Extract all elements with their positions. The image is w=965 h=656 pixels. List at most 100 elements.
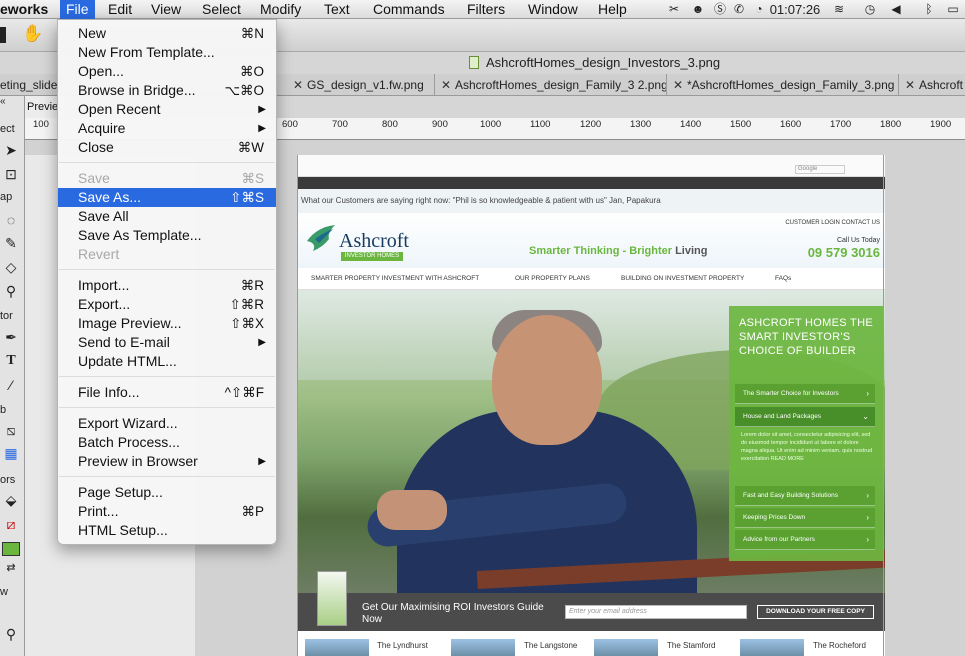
stamp-tool-icon[interactable]: ⚲	[2, 283, 20, 299]
swap-colors-icon[interactable]: ⇄	[2, 560, 20, 576]
design-canvas[interactable]: Google What our Customers are saying rig…	[297, 155, 885, 656]
pointer-tool-icon[interactable]: ➤	[2, 142, 20, 158]
close-icon[interactable]: ✕	[441, 74, 455, 96]
panel-link-partners: Advice from our Partners ›	[735, 530, 875, 550]
google-search-box: Google	[795, 165, 845, 174]
menu-item-import[interactable]: Import... ⌘R	[58, 276, 276, 295]
menu-item-file-info[interactable]: File Info... ^⇧⌘F	[58, 383, 276, 402]
alien-icon[interactable]: ☻	[690, 2, 706, 17]
tab-family-3-2[interactable]: ✕ AshcroftHomes_design_Family_3 2.png	[435, 74, 667, 96]
tools-section-label: ect	[0, 123, 15, 135]
email-field: Enter your email address	[565, 605, 747, 619]
menu-item-save-all[interactable]: Save All	[58, 207, 276, 226]
close-icon[interactable]: ✕	[293, 74, 307, 96]
house-name: The Lyndhurst	[377, 641, 428, 650]
menu-item-save-as[interactable]: Save As... ⇧⌘S	[58, 188, 276, 207]
menu-item-label: Open Recent	[78, 101, 161, 117]
menu-item-open-recent[interactable]: Open Recent ▶	[58, 100, 276, 119]
tab-gs-design[interactable]: ✕ GS_design_v1.fw.png	[287, 74, 435, 96]
paint-bucket-icon[interactable]: ⬙	[2, 492, 20, 508]
text-tool-icon[interactable]: T	[2, 353, 20, 369]
menubar-clock[interactable]: 01:07:26	[768, 2, 822, 17]
stroke-color-icon[interactable]: ⧄	[2, 516, 20, 532]
phone-number: 09 579 3016	[807, 245, 880, 260]
scissors-icon[interactable]: ✂	[666, 2, 682, 17]
knife-tool-icon[interactable]: ⁄	[2, 377, 20, 393]
zoom-tool-icon[interactable]: ⚲	[2, 626, 20, 642]
close-icon[interactable]: ✕	[905, 74, 919, 96]
menu-item-label: Acquire	[78, 120, 126, 136]
battery-icon[interactable]: ▭	[944, 2, 962, 17]
tagline-brighter: Brighter	[629, 245, 673, 257]
hummingbird-logo-icon	[307, 225, 335, 251]
menu-item-save-as-template[interactable]: Save As Template...	[58, 226, 276, 245]
menu-item-print[interactable]: Print... ⌘P	[58, 502, 276, 521]
guide-line-left[interactable]	[297, 155, 298, 656]
menu-help[interactable]: Help	[598, 0, 627, 19]
menu-item-new-from-template[interactable]: New From Template...	[58, 43, 276, 62]
menu-item-export[interactable]: Export... ⇧⌘R	[58, 295, 276, 314]
menu-window[interactable]: Window	[528, 0, 578, 19]
tools-section-label: ap	[0, 191, 13, 203]
menu-item-save[interactable]: Save ⌘S	[58, 169, 276, 188]
menu-item-export-wizard[interactable]: Export Wizard...	[58, 414, 276, 433]
tool-selector-icon[interactable]	[0, 27, 6, 43]
menu-item-acquire[interactable]: Acquire ▶	[58, 119, 276, 138]
tab-family-3[interactable]: ✕ *AshcroftHomes_design_Family_3.png	[667, 74, 899, 96]
pen-tool-icon[interactable]: ✒	[2, 329, 20, 345]
guide-line-right[interactable]	[883, 155, 884, 656]
tab-ashcroft[interactable]: ✕ Ashcroft	[899, 74, 965, 96]
lasso-tool-icon[interactable]: ◌	[2, 212, 20, 228]
crop-tool-icon[interactable]: ⊡	[2, 166, 20, 182]
menu-item-image-preview[interactable]: Image Preview... ⇧⌘X	[58, 314, 276, 333]
panel-link-prices: Keeping Prices Down ›	[735, 508, 875, 528]
app-menu[interactable]: eworks	[0, 0, 48, 19]
menu-item-revert[interactable]: Revert	[58, 245, 276, 264]
menu-edit[interactable]: Edit	[108, 0, 132, 19]
skype-icon[interactable]: Ⓢ	[712, 2, 728, 17]
nav-building: BUILDING ON INVESTMENT PROPERTY	[621, 275, 745, 282]
phone-icon[interactable]: ✆	[732, 2, 746, 17]
menu-item-label: Save As...	[78, 189, 142, 205]
menu-item-label: Image Preview...	[78, 315, 182, 331]
nav-faqs: FAQs	[775, 275, 792, 282]
submenu-arrow-icon: ▶	[258, 104, 266, 115]
menu-item-update-html[interactable]: Update HTML...	[58, 352, 276, 371]
hotspot-tool-icon[interactable]: ▦	[2, 445, 20, 461]
brush-tool-icon[interactable]: ✎	[2, 235, 20, 251]
time-machine-icon[interactable]: ◷	[862, 2, 878, 17]
hand-tool-icon[interactable]: ✋	[22, 24, 43, 44]
menu-text[interactable]: Text	[324, 0, 350, 19]
menu-modify[interactable]: Modify	[260, 0, 301, 19]
menu-item-preview-browser[interactable]: Preview in Browser ▶	[58, 452, 276, 471]
menu-item-new[interactable]: New ⌘N	[58, 24, 276, 43]
menu-select[interactable]: Select	[202, 0, 241, 19]
panel-collapse-icon[interactable]: «	[0, 96, 6, 107]
fill-color-swatch[interactable]	[2, 542, 20, 556]
menu-item-batch-process[interactable]: Batch Process...	[58, 433, 276, 452]
house-thumbnail	[305, 639, 369, 656]
wifi-icon[interactable]: ≋	[830, 2, 848, 17]
volume-icon[interactable]: ◀	[888, 2, 904, 17]
menu-file[interactable]: File	[60, 0, 95, 19]
menu-item-send-email[interactable]: Send to E-mail ▶	[58, 333, 276, 352]
slice-tool-icon[interactable]: ⧅	[2, 422, 20, 438]
tab-marketing-slide[interactable]: eting_slide	[0, 74, 62, 96]
house-thumbnail	[594, 639, 658, 656]
menu-view[interactable]: View	[151, 0, 181, 19]
close-icon[interactable]: ✕	[673, 74, 687, 96]
ruler-label: 1400	[680, 119, 702, 130]
menu-item-page-setup[interactable]: Page Setup...	[58, 483, 276, 502]
clock-icon[interactable]: ◔	[752, 2, 766, 17]
menu-item-close[interactable]: Close ⌘W	[58, 138, 276, 157]
bluetooth-icon[interactable]: ᛒ	[922, 2, 936, 17]
eraser-tool-icon[interactable]: ◇	[2, 259, 20, 275]
submenu-arrow-icon: ▶	[258, 337, 266, 348]
menu-item-browse-bridge[interactable]: Browse in Bridge... ⌥⌘O	[58, 81, 276, 100]
menu-filters[interactable]: Filters	[467, 0, 505, 19]
cta-text: Get Our Maximising ROI Investors Guide N…	[362, 602, 544, 625]
tab-label: GS_design_v1.fw.png	[307, 78, 424, 92]
menu-item-html-setup[interactable]: HTML Setup...	[58, 521, 276, 540]
menu-item-open[interactable]: Open... ⌘O	[58, 62, 276, 81]
menu-commands[interactable]: Commands	[373, 0, 445, 19]
